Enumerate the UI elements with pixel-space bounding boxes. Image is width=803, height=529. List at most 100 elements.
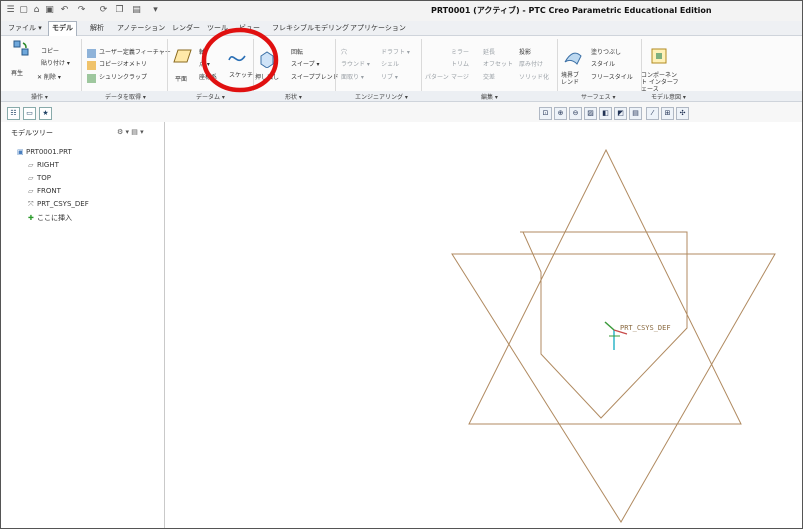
- pattern-button[interactable]: パターン: [425, 74, 449, 82]
- shrinkwrap-icon: [87, 74, 96, 83]
- copy-geometry-button[interactable]: コピージオメトリ: [99, 61, 147, 69]
- boundary-blend-icon[interactable]: [563, 46, 583, 66]
- shell-button[interactable]: シェル: [381, 61, 399, 69]
- draft-button[interactable]: ドラフト ▾: [381, 49, 410, 57]
- offset-button[interactable]: オフセット: [483, 61, 513, 69]
- udf-icon: [87, 49, 96, 58]
- component-interface-button[interactable]: コンポーネント インターフェース: [641, 72, 681, 93]
- csys-icon: ⤧: [28, 200, 34, 208]
- view-manager-icon[interactable]: ▤: [629, 107, 642, 120]
- project-button[interactable]: 投影: [519, 49, 531, 57]
- annotation-display-icon[interactable]: ⊞: [661, 107, 674, 120]
- group-operations[interactable]: 操作 ▾: [31, 92, 48, 101]
- close-window-icon[interactable]: ▤: [131, 5, 142, 16]
- repaint-icon[interactable]: ▨: [584, 107, 597, 120]
- ribbon: 再生 コピー 貼り付け ▾ ✕ 削除 ▾ ユーザー定義フィーチャー コピージオメ…: [1, 36, 802, 93]
- group-divider: [557, 39, 558, 91]
- tab-annotation[interactable]: アノテーション: [114, 22, 168, 34]
- chamfer-button[interactable]: 面取り ▾: [341, 74, 364, 82]
- copy-button[interactable]: コピー: [41, 48, 59, 56]
- display-style-icon[interactable]: ◧: [599, 107, 612, 120]
- datum-plane-icon: ▱: [28, 161, 34, 169]
- udf-button[interactable]: ユーザー定義フィーチャー: [99, 49, 171, 57]
- csys-label: PRT_CSYS_DEF: [620, 324, 671, 332]
- refit-icon[interactable]: ⊡: [539, 107, 552, 120]
- favorites-icon[interactable]: ★: [39, 107, 52, 120]
- rib-button[interactable]: リブ ▾: [381, 74, 398, 82]
- round-button[interactable]: ラウンド ▾: [341, 61, 370, 69]
- extend-button[interactable]: 延長: [483, 49, 495, 57]
- tab-file[interactable]: ファイル ▾: [5, 22, 45, 34]
- datum-plane-icon[interactable]: [173, 46, 193, 66]
- freestyle-button[interactable]: フリースタイル: [591, 74, 633, 82]
- group-get-data[interactable]: データを取得 ▾: [105, 92, 146, 101]
- tree-item-insert-here[interactable]: ✚ ここに挿入: [28, 213, 72, 223]
- swept-blend-button[interactable]: スイープブレンド: [291, 74, 339, 82]
- datum-display-icon[interactable]: ⁄: [646, 107, 659, 120]
- tree-item-right[interactable]: ▱ RIGHT: [28, 161, 59, 169]
- trim-button[interactable]: トリム: [451, 61, 469, 69]
- title-bar: ☰ ▢ ⌂ ▣ ↶ ↷ ⟳ ❐ ▤ ▾ PRT0001 (アクティブ) - PT…: [1, 1, 802, 22]
- spin-center-icon[interactable]: ✣: [676, 107, 689, 120]
- style-button[interactable]: スタイル: [591, 61, 615, 69]
- tree-settings-icon[interactable]: ⚙ ▾ ▤ ▾: [117, 128, 144, 136]
- group-editing[interactable]: 編集 ▾: [481, 92, 498, 101]
- tree-item-csys[interactable]: ⤧ PRT_CSYS_DEF: [28, 200, 89, 209]
- delete-button[interactable]: ✕ 削除 ▾: [37, 74, 61, 82]
- model-tree-icon[interactable]: ☷: [7, 107, 20, 120]
- app-window: ☰ ▢ ⌂ ▣ ↶ ↷ ⟳ ❐ ▤ ▾ PRT0001 (アクティブ) - PT…: [0, 0, 803, 529]
- window-title: PRT0001 (アクティブ) - PTC Creo Parametric Ed…: [431, 6, 712, 15]
- save-icon[interactable]: ▣: [44, 5, 55, 16]
- fill-button[interactable]: 塗りつぶし: [591, 49, 621, 57]
- regenerate-icon[interactable]: [11, 38, 31, 58]
- tab-applications[interactable]: アプリケーション: [347, 22, 409, 34]
- merge-button[interactable]: マージ: [451, 74, 469, 82]
- open-icon[interactable]: ⌂: [31, 5, 42, 16]
- component-interface-icon[interactable]: [649, 46, 669, 66]
- zoom-out-icon[interactable]: ⊖: [569, 107, 582, 120]
- tree-item-front[interactable]: ▱ FRONT: [28, 187, 61, 195]
- tree-item-top[interactable]: ▱ TOP: [28, 174, 51, 182]
- thicken-button[interactable]: 厚み付け: [519, 61, 543, 69]
- solidify-button[interactable]: ソリッド化: [519, 74, 549, 82]
- part-icon: ▣: [17, 148, 24, 156]
- boundary-blend-button[interactable]: 境界ブ レンド: [561, 72, 581, 86]
- tab-flexible-modeling[interactable]: フレキシブルモデリング: [269, 22, 352, 34]
- regenerate-button[interactable]: 再生: [11, 70, 23, 78]
- datum-planes-view: PRT_CSYS_DEF: [451, 148, 776, 523]
- saved-orientations-icon[interactable]: ◩: [614, 107, 627, 120]
- sweep-button[interactable]: スイープ ▾: [291, 61, 320, 69]
- group-engineering[interactable]: エンジニアリング ▾: [355, 92, 408, 101]
- group-shapes[interactable]: 形状 ▾: [285, 92, 302, 101]
- tree-item-part[interactable]: ▣ PRT0001.PRT: [17, 148, 72, 156]
- zoom-in-icon[interactable]: ⊕: [554, 107, 567, 120]
- tab-model[interactable]: モデル: [48, 21, 77, 36]
- group-model-intent[interactable]: モデル意図 ▾: [651, 92, 686, 101]
- revolve-button[interactable]: 回転: [291, 49, 303, 57]
- new-icon[interactable]: ▢: [18, 5, 29, 16]
- folder-browser-icon[interactable]: ▭: [23, 107, 36, 120]
- paste-button[interactable]: 貼り付け ▾: [41, 60, 70, 68]
- redo-icon[interactable]: ↷: [76, 5, 87, 16]
- insert-here-icon: ✚: [28, 214, 34, 222]
- mirror-button[interactable]: ミラー: [451, 49, 469, 57]
- tab-render[interactable]: レンダー: [169, 22, 203, 34]
- copy-geometry-icon: [87, 61, 96, 70]
- group-divider: [421, 39, 422, 91]
- group-surfaces[interactable]: サーフェス ▾: [581, 92, 616, 101]
- app-menu-icon[interactable]: ☰: [5, 5, 16, 16]
- datum-plane-icon: ▱: [28, 174, 34, 182]
- tab-analysis[interactable]: 解析: [87, 22, 107, 34]
- regenerate-icon[interactable]: ⟳: [98, 5, 109, 16]
- highlight-circle: [201, 27, 279, 93]
- shrinkwrap-button[interactable]: シュリンクラップ: [99, 74, 147, 82]
- hole-button[interactable]: 穴: [341, 49, 347, 57]
- plane-button[interactable]: 平面: [175, 76, 187, 84]
- undo-icon[interactable]: ↶: [59, 5, 70, 16]
- intersect-button[interactable]: 交差: [483, 74, 495, 82]
- customize-icon[interactable]: ▾: [150, 5, 161, 16]
- windows-icon[interactable]: ❐: [114, 5, 125, 16]
- datum-plane-right[interactable]: [468, 148, 742, 425]
- graphics-area[interactable]: PRT_CSYS_DEF: [165, 122, 802, 528]
- datum-plane-top[interactable]: [451, 253, 776, 523]
